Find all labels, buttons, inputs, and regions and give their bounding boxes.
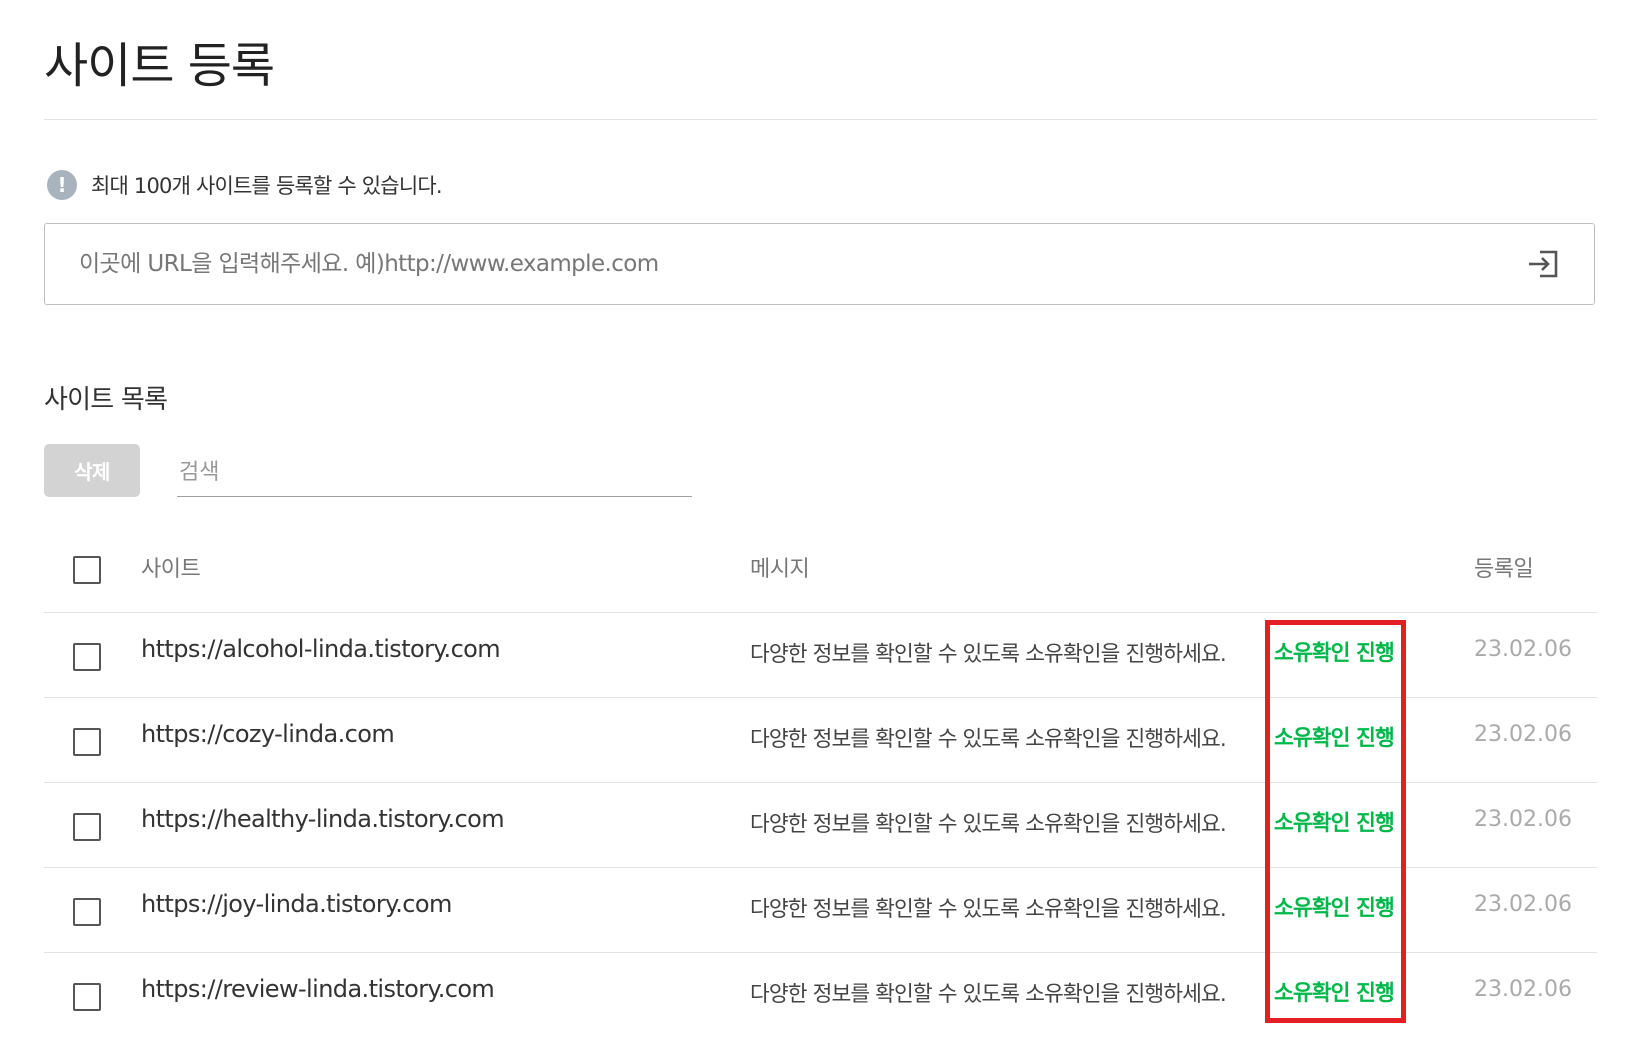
row-checkbox[interactable] xyxy=(73,643,101,671)
column-header-site: 사이트 xyxy=(141,557,201,582)
ownership-verify-link[interactable]: 소유확인 진행 xyxy=(1274,806,1395,837)
notice: ! 최대 100개 사이트를 등록할 수 있습니다. xyxy=(47,170,443,200)
ownership-verify-link[interactable]: 소유확인 진행 xyxy=(1274,721,1395,752)
message-text: 다양한 정보를 확인할 수 있도록 소유확인을 진행하세요. xyxy=(750,727,1227,752)
url-input-box xyxy=(44,223,1595,305)
registration-date: 23.02.06 xyxy=(1474,637,1572,662)
notice-text: 최대 100개 사이트를 등록할 수 있습니다. xyxy=(91,174,443,198)
title-divider xyxy=(44,119,1597,120)
table-row: https://healthy-linda.tistory.com 다양한 정보… xyxy=(44,783,1597,868)
info-icon: ! xyxy=(47,170,77,200)
registration-date: 23.02.06 xyxy=(1474,892,1572,917)
ownership-verify-link[interactable]: 소유확인 진행 xyxy=(1274,891,1395,922)
registration-date: 23.02.06 xyxy=(1474,977,1572,1002)
registration-date: 23.02.06 xyxy=(1474,807,1572,832)
message-text: 다양한 정보를 확인할 수 있도록 소유확인을 진행하세요. xyxy=(750,812,1227,837)
submit-arrow-icon[interactable] xyxy=(1525,246,1561,282)
delete-button[interactable]: 삭제 xyxy=(44,444,140,497)
site-list-title: 사이트 목록 xyxy=(44,385,168,415)
site-url[interactable]: https://alcohol-linda.tistory.com xyxy=(141,635,501,663)
table-row: https://cozy-linda.com 다양한 정보를 확인할 수 있도록… xyxy=(44,698,1597,783)
table-row: https://alcohol-linda.tistory.com 다양한 정보… xyxy=(44,613,1597,698)
registration-date: 23.02.06 xyxy=(1474,722,1572,747)
site-url[interactable]: https://cozy-linda.com xyxy=(141,720,395,748)
column-header-date: 등록일 xyxy=(1474,557,1534,582)
search-input[interactable] xyxy=(177,449,692,497)
site-url[interactable]: https://healthy-linda.tistory.com xyxy=(141,805,505,833)
site-url[interactable]: https://joy-linda.tistory.com xyxy=(141,890,452,918)
ownership-verify-link[interactable]: 소유확인 진행 xyxy=(1274,636,1395,667)
column-header-message: 메시지 xyxy=(750,557,810,582)
message-text: 다양한 정보를 확인할 수 있도록 소유확인을 진행하세요. xyxy=(750,897,1227,922)
site-url[interactable]: https://review-linda.tistory.com xyxy=(141,975,495,1003)
table-row: https://review-linda.tistory.com 다양한 정보를… xyxy=(44,953,1597,1038)
page-title: 사이트 등록 xyxy=(44,38,275,94)
table-row: https://joy-linda.tistory.com 다양한 정보를 확인… xyxy=(44,868,1597,953)
row-checkbox[interactable] xyxy=(73,983,101,1011)
ownership-verify-link[interactable]: 소유확인 진행 xyxy=(1274,976,1395,1007)
message-text: 다양한 정보를 확인할 수 있도록 소유확인을 진행하세요. xyxy=(750,982,1227,1007)
row-checkbox[interactable] xyxy=(73,728,101,756)
select-all-checkbox[interactable] xyxy=(73,556,101,584)
row-checkbox[interactable] xyxy=(73,898,101,926)
message-text: 다양한 정보를 확인할 수 있도록 소유확인을 진행하세요. xyxy=(750,642,1227,667)
row-checkbox[interactable] xyxy=(73,813,101,841)
url-input[interactable] xyxy=(79,244,1459,284)
